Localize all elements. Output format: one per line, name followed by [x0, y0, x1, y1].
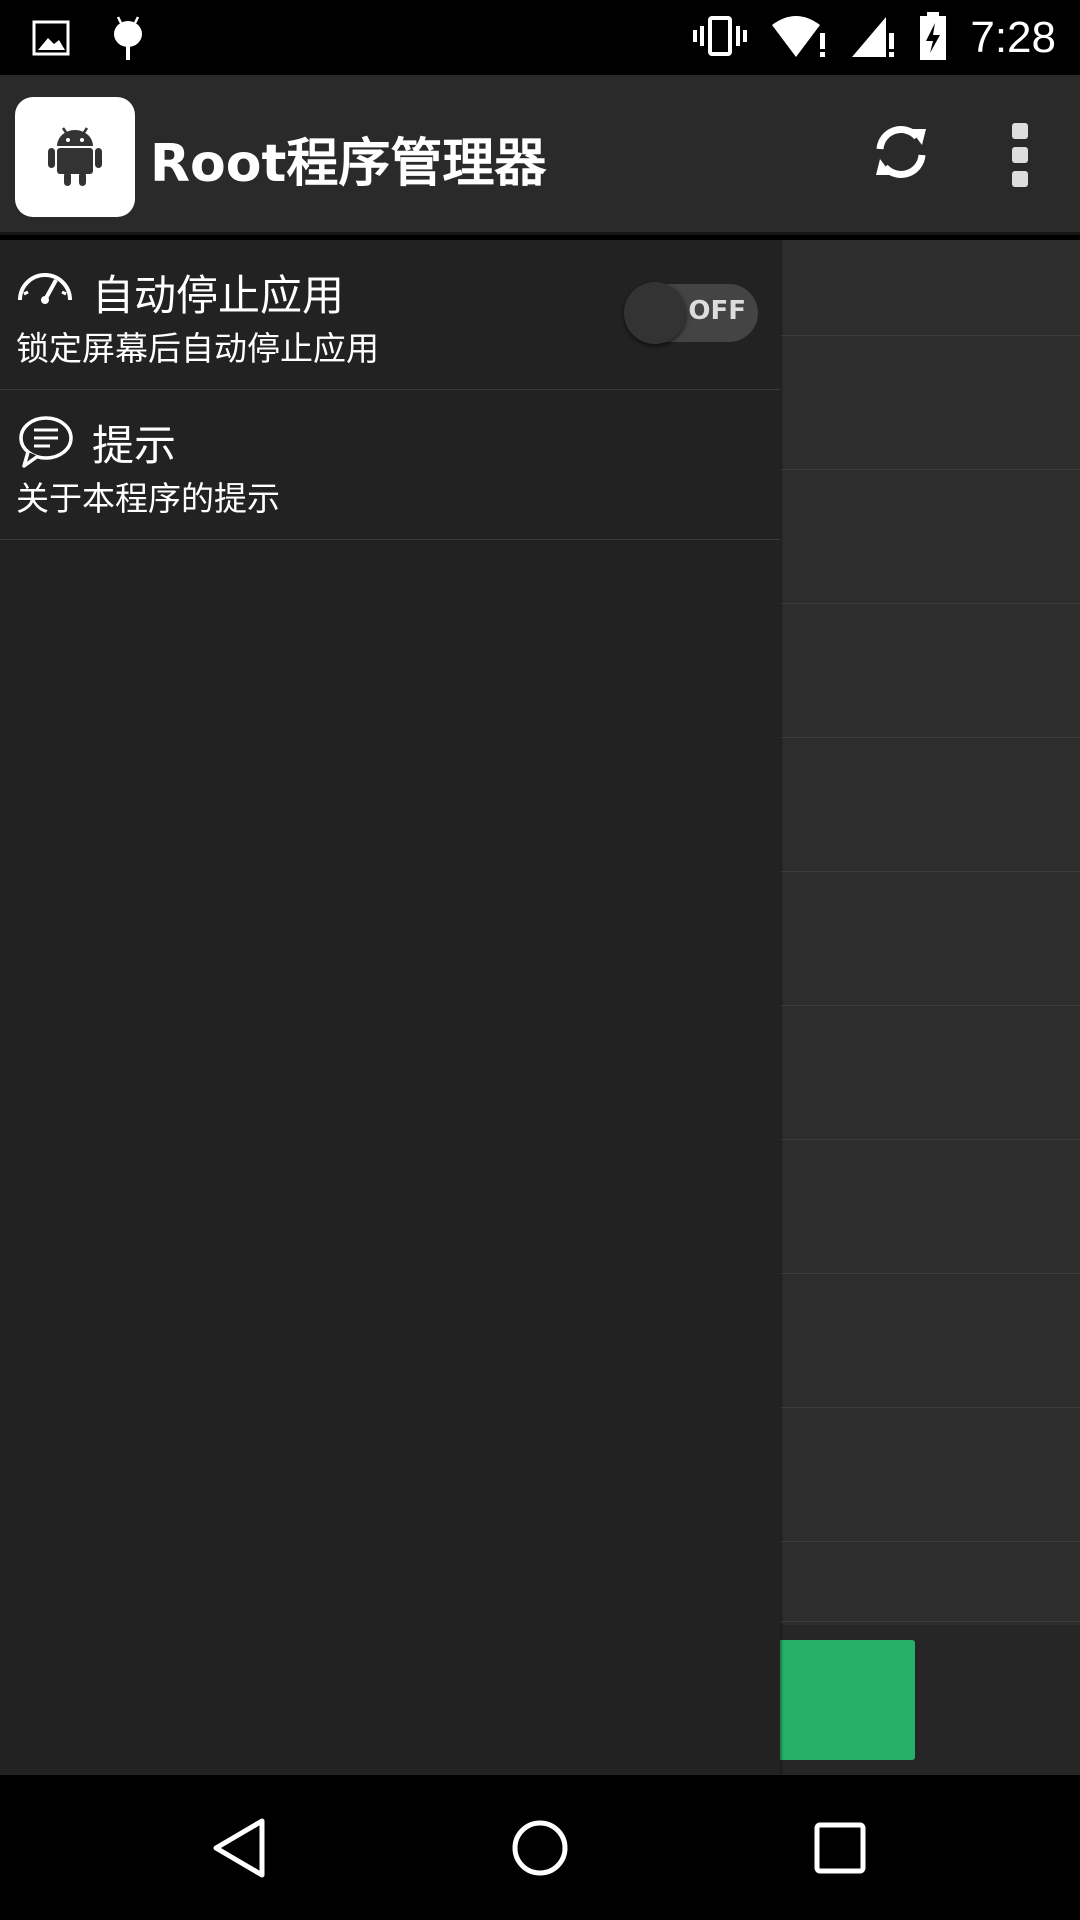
app-icon[interactable] — [15, 97, 135, 217]
android-icon — [45, 122, 105, 192]
home-button[interactable] — [495, 1805, 585, 1895]
overflow-menu-icon — [1008, 119, 1032, 195]
signal-warning-icon — [850, 13, 896, 63]
auto-stop-toggle[interactable]: OFF — [624, 282, 758, 344]
drawer-item-title: 自动停止应用 — [92, 271, 345, 320]
status-bar: 7:28 — [0, 0, 1080, 75]
speedometer-icon — [16, 264, 74, 318]
drawer-item-subtitle: 关于本程序的提示 — [16, 479, 280, 518]
recents-button[interactable] — [795, 1805, 885, 1895]
toggle-state-label: OFF — [688, 296, 746, 326]
navigation-drawer: 自动停止应用 锁定屏幕后自动停止应用 OFF 提示 关于本程序的提示 — [0, 240, 780, 1775]
battery-charging-icon — [918, 11, 948, 65]
speech-bubble-icon — [16, 414, 74, 468]
drawer-item-subtitle: 锁定屏幕后自动停止应用 — [16, 329, 379, 368]
refresh-icon — [870, 121, 932, 187]
android-debug-icon — [110, 14, 146, 66]
drawer-item-title: 提示 — [92, 421, 177, 470]
home-icon — [510, 1818, 570, 1882]
back-icon — [210, 1817, 270, 1883]
overflow-menu-button[interactable] — [990, 113, 1050, 201]
wifi-warning-icon — [770, 13, 828, 63]
vibrate-icon — [692, 14, 748, 62]
recents-icon — [812, 1820, 868, 1880]
screen: 7:28 Root程序管理器 自动停止应用 锁定屏幕后自动停止应用 OFF 提示… — [0, 0, 1080, 1920]
green-action-button[interactable] — [770, 1640, 915, 1760]
refresh-button[interactable] — [860, 113, 942, 195]
toggle-thumb — [624, 282, 686, 344]
back-button[interactable] — [195, 1805, 285, 1895]
image-icon — [32, 20, 72, 60]
drawer-item-tips[interactable]: 提示 关于本程序的提示 — [0, 390, 780, 540]
drawer-item-auto-stop[interactable]: 自动停止应用 锁定屏幕后自动停止应用 OFF — [0, 240, 780, 390]
app-title: Root程序管理器 — [150, 134, 547, 194]
system-nav-bar — [0, 1775, 1080, 1920]
action-bar: Root程序管理器 — [0, 75, 1080, 235]
status-clock: 7:28 — [970, 12, 1056, 62]
